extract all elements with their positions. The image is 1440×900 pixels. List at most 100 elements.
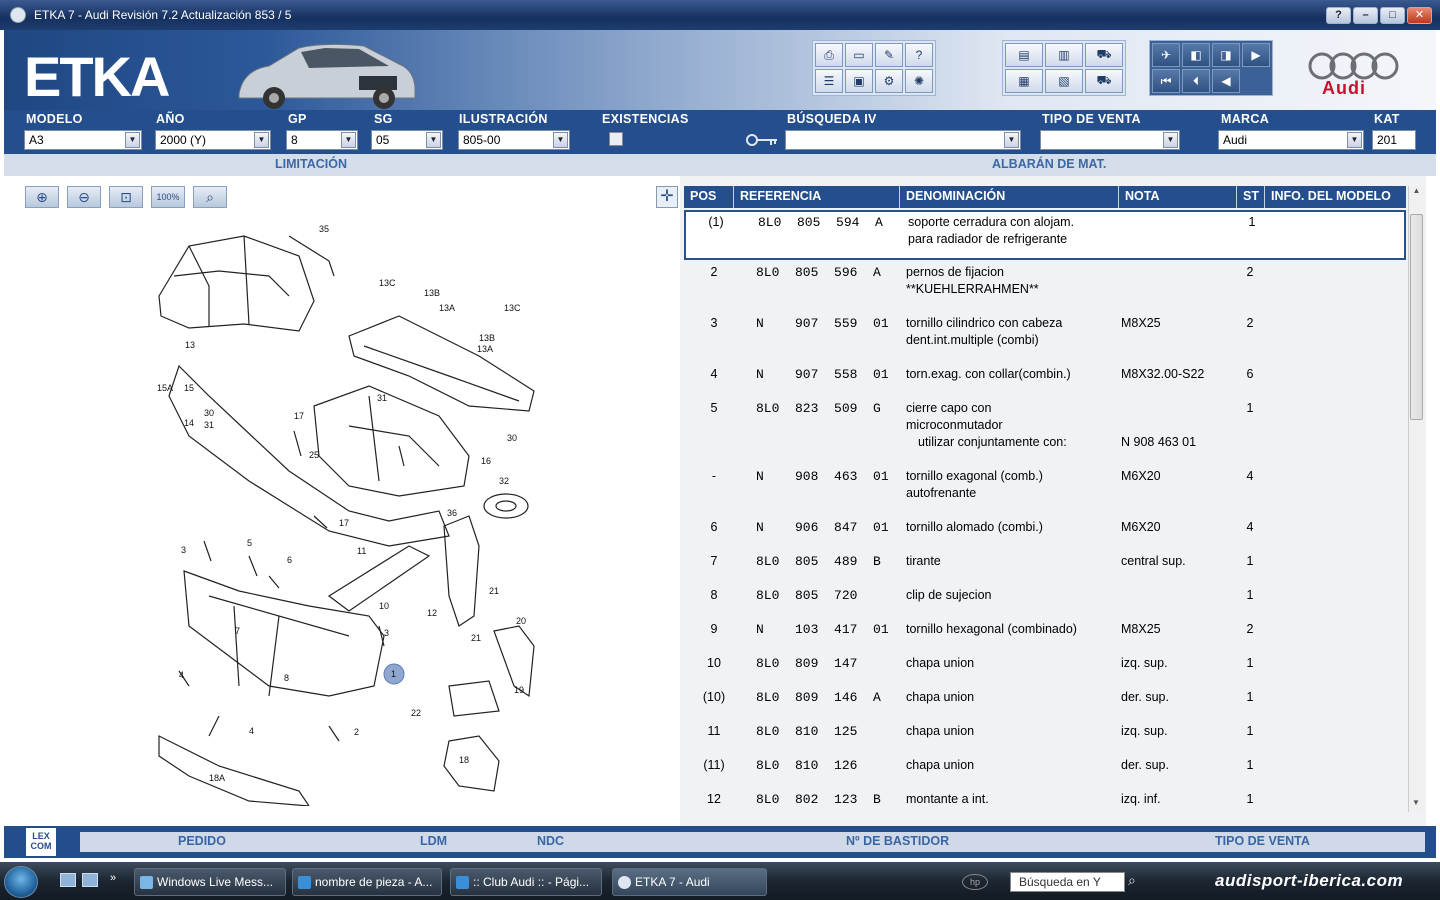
den-line: dent.int.multiple (combi) [906, 333, 1039, 347]
nora-icon[interactable]: ▣ [845, 69, 873, 93]
search-icon[interactable]: ⌕ [1128, 872, 1136, 889]
table-row[interactable]: 11 8L0 810 125 chapa union izq. sup. 1 [684, 721, 1406, 755]
existencias-checkbox[interactable] [609, 132, 623, 146]
col-info-modelo[interactable]: INFO. DEL MODELO [1265, 186, 1406, 208]
chevron-down-icon[interactable]: ▼ [1163, 132, 1178, 148]
ldm-button[interactable]: LDM [420, 834, 447, 848]
zoom-area-icon[interactable]: ⊡ [109, 186, 143, 208]
help-search-icon[interactable]: ? [905, 43, 933, 67]
minimize-button[interactable]: – [1353, 7, 1378, 24]
start-button[interactable] [4, 866, 38, 898]
modelo-select[interactable]: A3 ▼ [24, 130, 142, 150]
table-row[interactable]: 6 N 906 847 01 tornillo alomado (combi.)… [684, 517, 1406, 551]
chevron-down-icon[interactable]: ▼ [426, 132, 441, 148]
table-row[interactable]: - N 908 463 01 tornillo exagonal (comb.)… [684, 466, 1406, 517]
cart-add-icon[interactable]: ⛟ [1085, 43, 1123, 67]
col-nota[interactable]: NOTA [1119, 186, 1237, 208]
first-icon[interactable]: ⏮ [1152, 69, 1180, 93]
table-row[interactable]: 3 N 907 559 01 tornillo cilindrico con c… [684, 313, 1406, 363]
zoom-out-icon[interactable]: ⊖ [67, 186, 101, 208]
list-icon[interactable]: ☰ [815, 69, 843, 93]
close-button[interactable]: ✕ [1407, 7, 1432, 24]
table-row[interactable]: (10) 8L0 809 146 A chapa union der. sup.… [684, 687, 1406, 721]
show-desktop-icon[interactable] [60, 873, 76, 887]
table-row[interactable]: 2 8L0 805 596 A pernos de fijacion **KUEH… [684, 262, 1406, 312]
marca-select[interactable]: Audi ▼ [1218, 130, 1364, 150]
depot-icon[interactable]: ▥ [1045, 43, 1083, 67]
screen-icon[interactable]: ▭ [845, 43, 873, 67]
cell-nota: M8X25 [1121, 622, 1161, 636]
table-row[interactable]: 9 N 103 417 01 tornillo hexagonal (combi… [684, 619, 1406, 653]
kat-field[interactable]: 201 [1372, 130, 1416, 150]
task-ie-1[interactable]: nombre de pieza - A... [292, 868, 442, 896]
table-row[interactable]: (1) 8L0 805 594 A soporte cerradura con … [684, 210, 1406, 260]
table-row[interactable]: 5 8L0 823 509 G cierre capo con microconm… [684, 398, 1406, 466]
ano-select[interactable]: 2000 (Y) ▼ [155, 130, 271, 150]
hp-icon[interactable]: hp [962, 874, 988, 890]
table-row[interactable]: 12 8L0 802 123 B montante a int. izq. in… [684, 789, 1406, 810]
prev-page-icon[interactable]: ◧ [1182, 43, 1210, 67]
chevron-down-icon[interactable]: ▼ [341, 132, 356, 148]
quicklaunch-icon[interactable] [82, 873, 98, 887]
forward-icon[interactable]: ▶ [1242, 43, 1270, 67]
pedido-button[interactable]: PEDIDO [178, 834, 226, 848]
taskbar-search-input[interactable]: Búsqueda en Y [1010, 872, 1125, 892]
chevron-down-icon[interactable]: ▼ [1347, 132, 1362, 148]
print-icon[interactable]: ⎙ [815, 43, 843, 67]
table-row[interactable]: 8 8L0 805 720 clip de sujecion 1 [684, 585, 1406, 619]
table-row[interactable]: 7 8L0 805 489 B tirante central sup. 1 [684, 551, 1406, 585]
col-pos[interactable]: POS [684, 186, 734, 208]
col-st[interactable]: ST [1237, 186, 1265, 208]
car-parts-icon[interactable]: ▧ [1045, 69, 1083, 93]
chevron-down-icon[interactable]: ▼ [254, 132, 269, 148]
chevron-down-icon[interactable]: ▼ [1004, 132, 1019, 148]
cell-ref: 8L0 810 126 [756, 758, 858, 773]
network-icon[interactable]: ⚙ [875, 69, 903, 93]
zoom-100-button[interactable]: 100% [151, 186, 185, 208]
sg-select[interactable]: 05 ▼ [371, 130, 443, 150]
tipo-venta-select[interactable]: ▼ [1040, 130, 1180, 150]
tipo-venta-label: TIPO DE VENTA [1042, 112, 1141, 126]
maximize-button[interactable]: □ [1380, 7, 1405, 24]
cart-icon[interactable]: ⛟ [1085, 69, 1123, 93]
chevron-down-icon[interactable]: ▼ [553, 132, 568, 148]
table-row[interactable]: 4 N 907 558 01 torn.exag. con collar(com… [684, 364, 1406, 398]
tipo-venta-button[interactable]: TIPO DE VENTA [1215, 834, 1310, 848]
expand-pane-icon[interactable]: ✛ [656, 186, 678, 208]
chevron-right-icon[interactable]: » [110, 872, 116, 884]
magnifier-icon[interactable]: ⌕ [193, 186, 227, 208]
next-page-icon[interactable]: ◨ [1212, 43, 1240, 67]
computer-icon[interactable]: ▦ [1005, 69, 1043, 93]
table-row[interactable]: 10 8L0 809 147 chapa union izq. sup. 1 [684, 653, 1406, 687]
busqueda-select[interactable]: ▼ [785, 130, 1021, 150]
task-etka[interactable]: ETKA 7 - Audi [612, 868, 767, 896]
back-icon[interactable]: ◀ [1212, 69, 1240, 93]
table-scrollbar[interactable]: ▲ ▼ [1408, 186, 1424, 812]
help-button[interactable]: ? [1326, 7, 1351, 24]
toolbar-group-3: ✈ ◧ ◨ ▶ ⏮ ⏴ ◀ [1149, 40, 1273, 96]
ilustracion-select[interactable]: 805-00 ▼ [458, 130, 570, 150]
parts-diagram[interactable]: 35 13C 13B 13A 13C 13B 13A 13 15A 15 31 … [149, 216, 549, 806]
elba-icon[interactable]: ▤ [1005, 43, 1043, 67]
task-messenger[interactable]: Windows Live Mess... [134, 868, 286, 896]
key-icon[interactable] [744, 132, 780, 148]
zoom-in-icon[interactable]: ⊕ [25, 186, 59, 208]
col-referencia[interactable]: REFERENCIA [734, 186, 900, 208]
chevron-down-icon[interactable]: ▼ [125, 132, 140, 148]
scroll-up-icon[interactable]: ▲ [1409, 186, 1424, 200]
ndc-button[interactable]: NDC [537, 834, 564, 848]
scroll-thumb[interactable] [1410, 214, 1423, 420]
col-denominacion[interactable]: DENOMINACIÓN [900, 186, 1119, 208]
gp-select[interactable]: 8 ▼ [286, 130, 358, 150]
step-back-icon[interactable]: ⏴ [1182, 69, 1210, 93]
task-ie-2[interactable]: :: Club Audi :: - Pági... [450, 868, 602, 896]
table-row[interactable]: (11) 8L0 810 126 chapa union der. sup. 1 [684, 755, 1406, 789]
title-bar[interactable]: ETKA 7 - Audi Revisión 7.2 Actualización… [0, 0, 1440, 30]
scroll-down-icon[interactable]: ▼ [1409, 798, 1423, 812]
pin-icon[interactable]: ✈ [1152, 43, 1180, 67]
table-header: POS REFERENCIA DENOMINACIÓN NOTA ST INFO… [684, 186, 1406, 208]
cell-ref: 8L0 823 509 G [756, 401, 881, 416]
bastidor-button[interactable]: Nº DE BASTIDOR [846, 834, 949, 848]
tools-icon[interactable]: ✎ [875, 43, 903, 67]
wheel-icon[interactable]: ✺ [905, 69, 933, 93]
